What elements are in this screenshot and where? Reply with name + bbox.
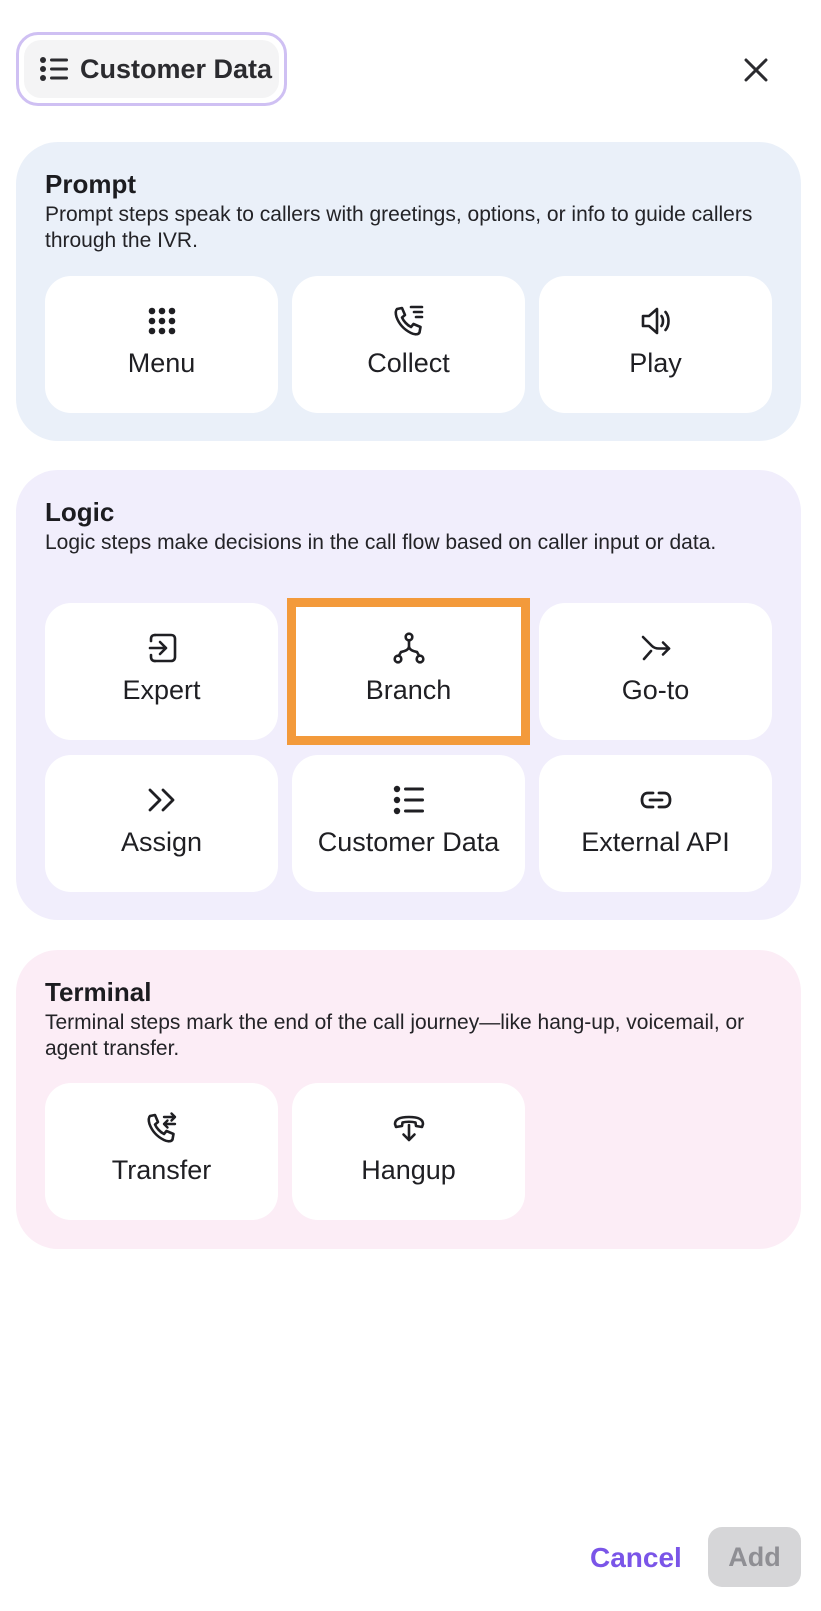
step-tile-goto[interactable]: Go-to: [539, 603, 772, 740]
step-tile-play[interactable]: Play: [539, 276, 772, 413]
step-grid: Transfer Hangup: [45, 1083, 772, 1220]
step-tile-label: Assign: [120, 827, 203, 857]
section-description: Prompt steps speak to callers with greet…: [45, 203, 753, 252]
step-tile-label: External API: [581, 827, 730, 857]
step-tile-label: Transfer: [111, 1155, 212, 1185]
logic-section: Logic Logic steps make decisions in the …: [16, 470, 801, 920]
step-tile-label: Hangup: [361, 1155, 456, 1185]
link-icon: [640, 791, 671, 809]
enter-box-icon: [148, 633, 176, 663]
selected-step-label: Customer Data: [80, 53, 273, 84]
terminal-section: Terminal Terminal steps mark the end of …: [16, 950, 801, 1249]
close-icon: [744, 58, 768, 82]
phone-collect-icon: [394, 305, 423, 336]
step-tile-branch[interactable]: Branch: [287, 598, 530, 745]
branch-icon: [392, 632, 425, 664]
step-tile-menu[interactable]: Menu: [45, 276, 278, 413]
step-tile-transfer[interactable]: Transfer: [45, 1083, 278, 1220]
step-tile-expert[interactable]: Expert: [45, 603, 278, 740]
step-grid: Expert Branch Go-to Assign Customer Data…: [45, 598, 772, 892]
step-tile-label: Customer Data: [317, 827, 500, 857]
close-button[interactable]: [736, 50, 776, 90]
prompt-section: Prompt Prompt steps speak to callers wit…: [16, 142, 801, 441]
step-tile-external-api[interactable]: External API: [539, 755, 772, 892]
speaker-icon: [641, 307, 670, 335]
list-icon: [393, 785, 424, 815]
selected-step-chip-inner: Customer Data: [24, 40, 279, 98]
section-title: Logic: [45, 497, 115, 527]
goto-arrow-icon: [641, 635, 670, 661]
add-step-dialog: Customer Data Prompt Prompt steps speak …: [0, 0, 821, 1611]
hangup-icon: [393, 1115, 424, 1142]
step-grid: Menu Collect Play: [45, 276, 772, 413]
keypad-icon: [148, 307, 175, 335]
step-tile-customer-data[interactable]: Customer Data: [292, 755, 525, 892]
double-chevron-icon: [148, 788, 174, 812]
phone-transfer-icon: [147, 1112, 176, 1143]
step-tile-label: Collect: [367, 348, 450, 378]
section-title: Terminal: [45, 977, 152, 1007]
step-tile-collect[interactable]: Collect: [292, 276, 525, 413]
step-tile-label: Go-to: [621, 675, 690, 705]
cancel-button[interactable]: Cancel: [590, 1536, 682, 1580]
step-tile-label: Menu: [127, 348, 196, 378]
section-description: Logic steps make decisions in the call f…: [45, 531, 717, 554]
section-title: Prompt: [45, 169, 136, 199]
step-tile-assign[interactable]: Assign: [45, 755, 278, 892]
step-tile-label: Play: [629, 348, 682, 378]
step-tile-label: Expert: [122, 675, 201, 705]
step-tile-label: Branch: [365, 675, 452, 705]
selected-step-chip[interactable]: Customer Data: [16, 32, 287, 106]
step-tile-hangup[interactable]: Hangup: [292, 1083, 525, 1220]
section-description: Terminal steps mark the end of the call …: [45, 1011, 745, 1060]
list-icon: [40, 57, 68, 81]
add-button[interactable]: Add: [708, 1527, 801, 1587]
